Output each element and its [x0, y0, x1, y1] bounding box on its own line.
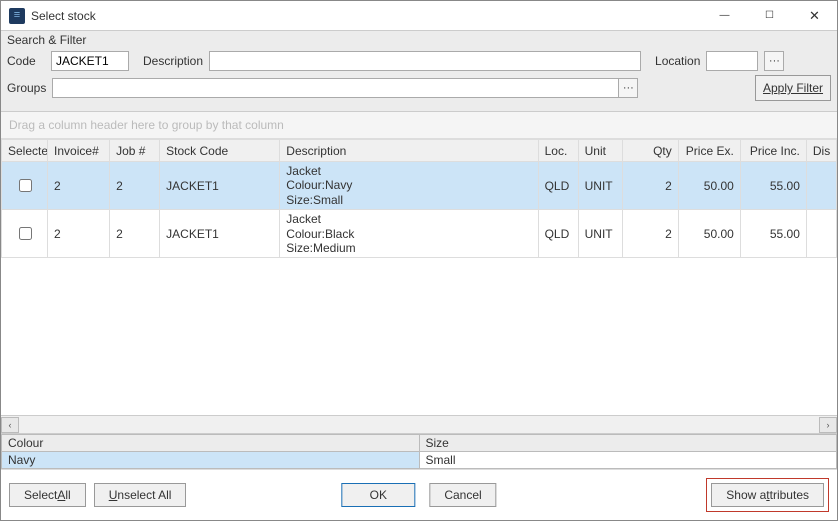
- cell-price-ex: 50.00: [678, 210, 740, 258]
- minimize-button[interactable]: —: [702, 1, 747, 31]
- attr-header-size[interactable]: Size: [419, 435, 837, 452]
- select-all-button[interactable]: Select All: [9, 483, 86, 507]
- groups-label: Groups: [7, 81, 46, 95]
- row-checkbox[interactable]: [19, 179, 32, 192]
- cell-loc: QLD: [538, 210, 578, 258]
- cell-qty: 2: [622, 210, 678, 258]
- cell-unit: UNIT: [578, 210, 622, 258]
- cell-price-inc: 55.00: [740, 210, 806, 258]
- cell-price-inc: 55.00: [740, 162, 806, 210]
- cell-description: Jacket Colour:Black Size:Medium: [280, 210, 538, 258]
- app-icon: [9, 8, 25, 24]
- search-filter-panel: Search & Filter Code Description Locatio…: [1, 31, 837, 112]
- footer: Select All Unselect All OK Cancel Show a…: [1, 469, 837, 520]
- col-price-inc[interactable]: Price Inc.: [740, 140, 806, 162]
- location-label: Location: [655, 54, 700, 68]
- apply-filter-button[interactable]: Apply Filter: [755, 75, 831, 101]
- code-label: Code: [7, 54, 45, 68]
- attr-header-colour[interactable]: Colour: [2, 435, 420, 452]
- ok-button[interactable]: OK: [341, 483, 415, 507]
- groups-picker-button[interactable]: ···: [618, 78, 638, 98]
- row-checkbox[interactable]: [19, 227, 32, 240]
- cell-dis: [806, 162, 836, 210]
- col-selected[interactable]: Selected: [2, 140, 48, 162]
- cell-dis: [806, 210, 836, 258]
- show-attributes-button[interactable]: Show attributes: [711, 483, 824, 507]
- cell-unit: UNIT: [578, 162, 622, 210]
- unselect-all-button[interactable]: Unselect All: [94, 483, 187, 507]
- cell-stock-code: JACKET1: [160, 210, 280, 258]
- cell-stock-code: JACKET1: [160, 162, 280, 210]
- attr-value-colour[interactable]: Navy: [2, 452, 420, 469]
- title-bar: Select stock — ☐ ✕: [1, 1, 837, 31]
- col-description[interactable]: Description: [280, 140, 538, 162]
- cell-job: 2: [110, 210, 160, 258]
- grid-header-row: Selected Invoice# Job # Stock Code Descr…: [2, 140, 837, 162]
- cancel-button[interactable]: Cancel: [429, 483, 496, 507]
- scroll-right-icon[interactable]: ›: [819, 417, 837, 433]
- group-by-bar[interactable]: Drag a column header here to group by th…: [1, 112, 837, 139]
- attr-value-size[interactable]: Small: [419, 452, 837, 469]
- location-input[interactable]: [706, 51, 758, 71]
- cell-price-ex: 50.00: [678, 162, 740, 210]
- groups-input[interactable]: [52, 78, 618, 98]
- cell-qty: 2: [622, 162, 678, 210]
- horizontal-scrollbar[interactable]: ‹ ›: [1, 415, 837, 433]
- cell-job: 2: [110, 162, 160, 210]
- close-button[interactable]: ✕: [792, 1, 837, 31]
- code-input[interactable]: [51, 51, 129, 71]
- search-filter-title: Search & Filter: [7, 33, 831, 47]
- location-picker-button[interactable]: ···: [764, 51, 784, 71]
- col-unit[interactable]: Unit: [578, 140, 622, 162]
- table-row[interactable]: 2 2 JACKET1 Jacket Colour:Navy Size:Smal…: [2, 162, 837, 210]
- description-input[interactable]: [209, 51, 641, 71]
- col-invoice[interactable]: Invoice#: [48, 140, 110, 162]
- maximize-button[interactable]: ☐: [747, 1, 792, 31]
- cell-description: Jacket Colour:Navy Size:Small: [280, 162, 538, 210]
- scroll-left-icon[interactable]: ‹: [1, 417, 19, 433]
- cell-invoice: 2: [48, 210, 110, 258]
- col-qty[interactable]: Qty: [622, 140, 678, 162]
- col-price-ex[interactable]: Price Ex.: [678, 140, 740, 162]
- cell-invoice: 2: [48, 162, 110, 210]
- description-label: Description: [143, 54, 203, 68]
- col-dis[interactable]: Dis: [806, 140, 836, 162]
- show-attributes-highlight: Show attributes: [706, 478, 829, 512]
- stock-grid: Selected Invoice# Job # Stock Code Descr…: [1, 139, 837, 434]
- window-title: Select stock: [31, 9, 96, 23]
- cell-loc: QLD: [538, 162, 578, 210]
- table-row[interactable]: 2 2 JACKET1 Jacket Colour:Black Size:Med…: [2, 210, 837, 258]
- col-loc[interactable]: Loc.: [538, 140, 578, 162]
- attributes-grid: Colour Size Navy Small: [1, 434, 837, 469]
- col-stock-code[interactable]: Stock Code: [160, 140, 280, 162]
- col-job[interactable]: Job #: [110, 140, 160, 162]
